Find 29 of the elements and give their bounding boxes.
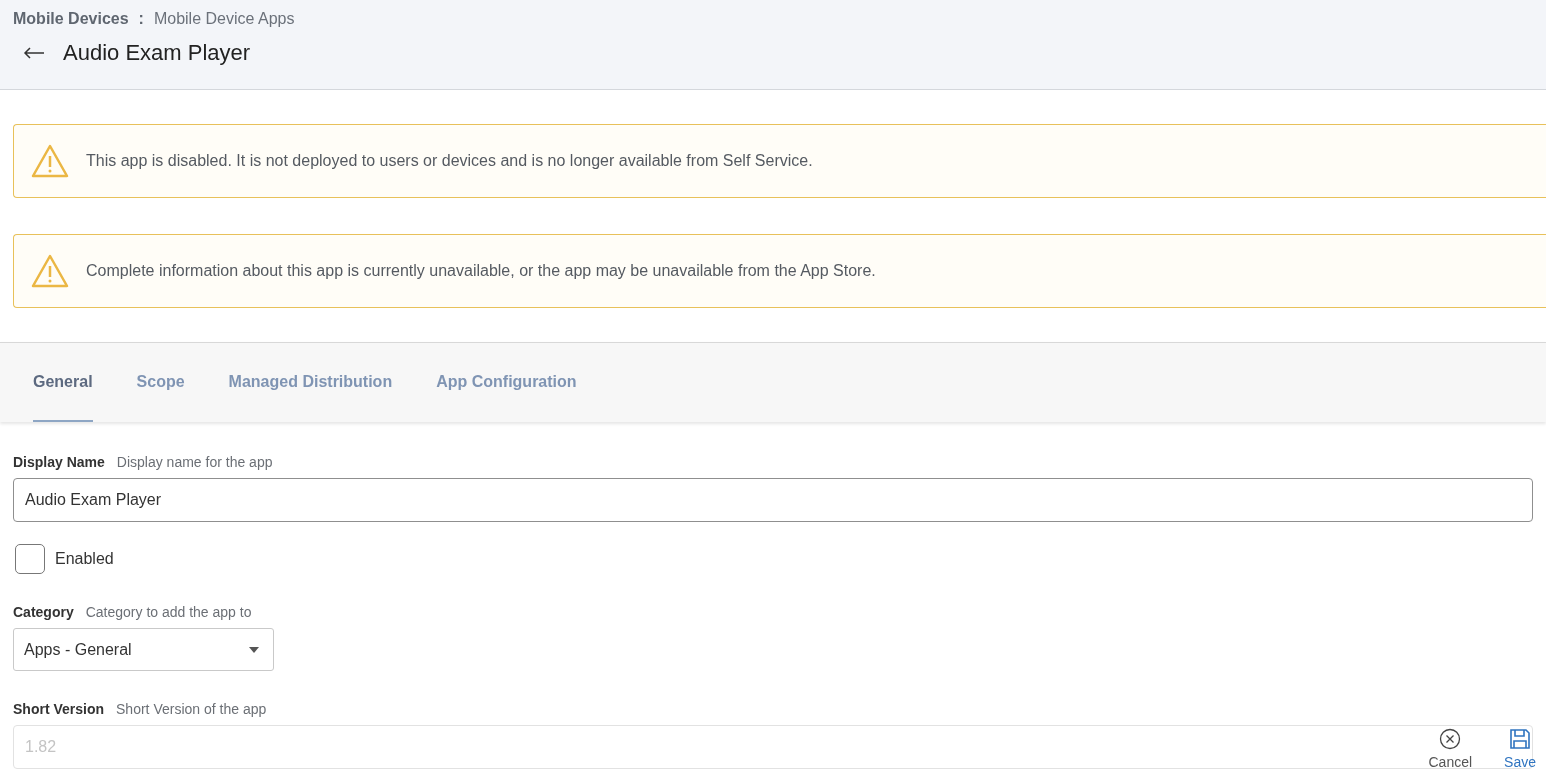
- tab[interactable]: App Configuration: [436, 343, 577, 422]
- field-hint: Display name for the app: [116, 454, 273, 470]
- warning-icon: [30, 253, 70, 289]
- field-label: Display Name: [13, 454, 105, 470]
- field-hint: Category to add the app to: [85, 604, 252, 620]
- field-label: Short Version: [13, 701, 105, 717]
- warning-icon: [30, 143, 70, 179]
- save-button[interactable]: Save: [1504, 728, 1536, 770]
- breadcrumb-link[interactable]: Mobile Devices: [13, 10, 129, 28]
- tab[interactable]: General: [33, 343, 93, 422]
- page-title: Audio Exam Player: [63, 40, 251, 66]
- tab[interactable]: Managed Distribution: [228, 343, 393, 422]
- cancel-button[interactable]: Cancel: [1428, 728, 1473, 770]
- close-icon: [1439, 728, 1462, 750]
- category-dropdown[interactable]: Apps - General: [13, 628, 274, 671]
- field-label: Category: [13, 604, 74, 620]
- warning-text: This app is disabled. It is not deployed to users or devices and is no longer available from Self Service.: [86, 152, 813, 170]
- checkbox[interactable]: [15, 544, 45, 574]
- tab[interactable]: Scope: [136, 343, 185, 422]
- breadcrumb-separator: :: [137, 10, 145, 28]
- text-field[interactable]: Audio Exam Player: [13, 478, 1533, 522]
- back-arrow-icon: [23, 47, 45, 59]
- checkbox-label: Enabled: [55, 550, 114, 568]
- back-button[interactable]: [23, 47, 45, 59]
- warning-text: Complete information about this app is currently unavailable, or the app may be unavailable from the App Store.: [86, 262, 876, 280]
- breadcrumb-current: Mobile Device Apps: [153, 10, 295, 28]
- save-icon: [1509, 728, 1532, 750]
- field-hint: Short Version of the app: [116, 701, 267, 717]
- caret-icon: [249, 646, 259, 653]
